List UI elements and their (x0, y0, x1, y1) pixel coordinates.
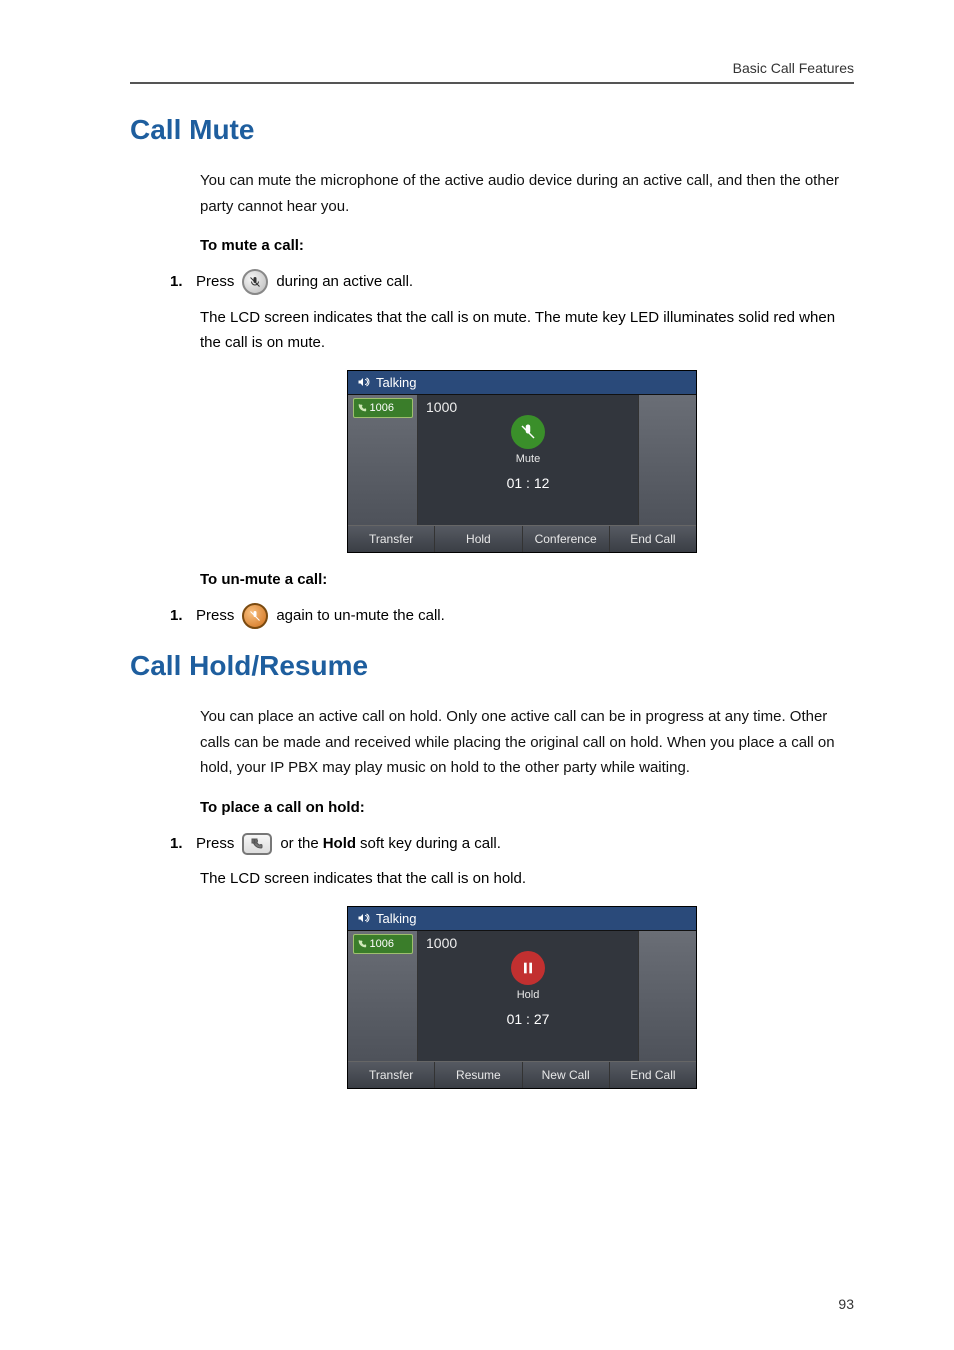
softkey-end-call: End Call (610, 1062, 696, 1088)
mute-key-icon (242, 603, 268, 629)
mute-step-1: 1. Press during an active call. (170, 268, 844, 297)
step-number: 1. (170, 602, 196, 631)
step-text-bold: Hold (323, 830, 356, 859)
step-text-a: Press (196, 268, 234, 297)
mute-intro-paragraph: You can mute the microphone of the activ… (200, 168, 844, 219)
handset-icon (357, 939, 367, 949)
lcd-account-tab: 1006 (353, 934, 413, 954)
to-hold-label: To place a call on hold: (200, 799, 844, 816)
softkey-transfer: Transfer (348, 526, 435, 552)
step-text-b: again to un-mute the call. (276, 602, 444, 631)
to-mute-label: To mute a call: (200, 237, 844, 254)
lcd-screenshot-mute: Talking 1006 1000 Mute 01 : 12 (347, 370, 697, 553)
step-number: 1. (170, 268, 196, 297)
mute-key-icon (242, 269, 268, 295)
mute-result-paragraph: The LCD screen indicates that the call i… (200, 305, 844, 356)
step-text-a: Press (196, 602, 234, 631)
lcd-softkeys-row: Transfer Hold Conference End Call (348, 525, 696, 552)
softkey-transfer: Transfer (348, 1062, 435, 1088)
softkey-new-call: New Call (523, 1062, 610, 1088)
lcd-remote-number: 1000 (426, 935, 457, 951)
step-text-a: Press (196, 830, 234, 859)
step-text-c: soft key during a call. (360, 830, 501, 859)
lcd-softkeys-row: Transfer Resume New Call End Call (348, 1061, 696, 1088)
hold-step-1: 1. Press or the Hold soft key during a c… (170, 830, 844, 859)
lcd-remote-number: 1000 (426, 399, 457, 415)
softkey-end-call: End Call (610, 526, 696, 552)
lcd-title-text: Talking (376, 911, 416, 926)
page-number: 93 (838, 1296, 854, 1312)
lcd-title-text: Talking (376, 375, 416, 390)
running-header: Basic Call Features (130, 60, 854, 84)
softkey-conference: Conference (523, 526, 610, 552)
hold-key-icon (242, 833, 272, 855)
lcd-status-label: Mute (516, 453, 540, 465)
lcd-mute-status-icon (511, 415, 545, 449)
to-unmute-label: To un-mute a call: (200, 571, 844, 588)
lcd-side-panel: 1006 (348, 395, 418, 525)
lcd-hold-status-icon (511, 951, 545, 985)
lcd-right-panel (638, 931, 696, 1061)
lcd-timer: 01 : 12 (507, 475, 550, 491)
lcd-account-number: 1006 (370, 402, 394, 414)
unmute-step-1: 1. Press again to un-mute the call. (170, 602, 844, 631)
lcd-account-tab: 1006 (353, 398, 413, 418)
lcd-timer: 01 : 27 (507, 1011, 550, 1027)
lcd-screenshot-hold: Talking 1006 1000 Hold 01 : 27 (347, 906, 697, 1089)
lcd-status-label: Hold (517, 989, 540, 1001)
lcd-title-bar: Talking (348, 907, 696, 931)
lcd-side-panel: 1006 (348, 931, 418, 1061)
speaker-icon (356, 912, 370, 924)
lcd-title-bar: Talking (348, 371, 696, 395)
lcd-right-panel (638, 395, 696, 525)
section-heading-call-hold: Call Hold/Resume (130, 650, 854, 682)
hold-result-paragraph: The LCD screen indicates that the call i… (200, 866, 844, 892)
section-heading-call-mute: Call Mute (130, 114, 854, 146)
step-text-b: or the (280, 830, 318, 859)
hold-intro-paragraph: You can place an active call on hold. On… (200, 704, 844, 781)
softkey-hold: Hold (435, 526, 522, 552)
softkey-resume: Resume (435, 1062, 522, 1088)
step-text-b: during an active call. (276, 268, 413, 297)
lcd-account-number: 1006 (370, 938, 394, 950)
speaker-icon (356, 376, 370, 388)
step-number: 1. (170, 830, 196, 859)
handset-icon (357, 403, 367, 413)
